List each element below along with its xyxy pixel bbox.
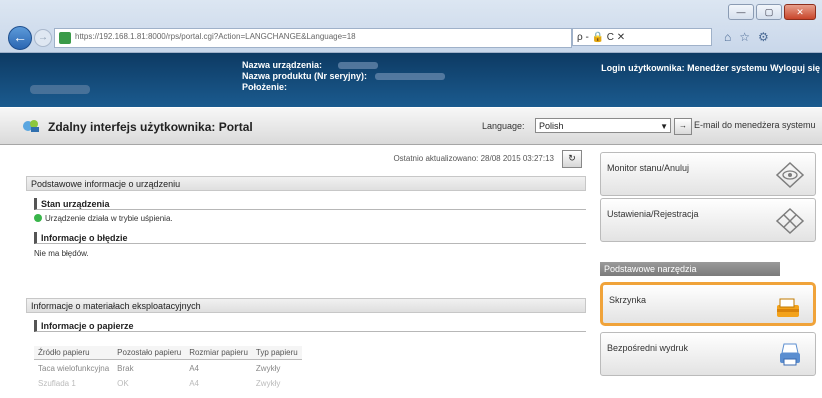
table-cell: A4 [189, 364, 199, 373]
address-actions[interactable]: ρ - 🔒 C ✕ [572, 28, 712, 46]
basic-info-header: Podstawowe informacje o urządzeniu [26, 176, 586, 191]
mail-admin-link[interactable]: E-mail do menedżera systemu [694, 120, 816, 130]
error-info-header: Informacje o błędzie [34, 232, 586, 244]
device-status-header: Stan urządzenia [34, 198, 586, 210]
device-status-row: Urządzenie działa w trybie uśpienia. [34, 214, 173, 223]
product-name-value-redacted [375, 73, 446, 81]
logo [30, 85, 90, 94]
login-info[interactable]: Login użytkownika: Menedżer systemu Wylo… [601, 63, 820, 73]
column-header: Typ papieru [251, 346, 302, 360]
gear-icon[interactable]: ⚙ [758, 28, 769, 46]
device-info: Nazwa urządzenia: Nazwa produktu (Nr ser… [242, 60, 446, 93]
close-window-button[interactable]: ✕ [784, 4, 816, 20]
table-row: Taca wielofunkcyjna Brak A4 Zwykły [34, 360, 302, 376]
status-monitor-label: Monitor stanu/Anuluj [607, 163, 690, 173]
table-cell: Zwykły [255, 364, 281, 373]
settings-registration-label: Ustawienia/Rejestracja [607, 209, 699, 219]
direct-print-button[interactable]: Bezpośredni wydruk [600, 332, 816, 376]
table-cell: Szuflada 1 [38, 379, 76, 388]
mailbox-button[interactable]: Skrzynka [600, 282, 816, 326]
mailbox-label: Skrzynka [609, 295, 647, 305]
status-monitor-button[interactable]: Monitor stanu/Anuluj [600, 152, 816, 196]
direct-print-label: Bezpośredni wydruk [607, 343, 689, 353]
basic-tools-header: Podstawowe narzędzia [600, 262, 780, 276]
url-text: https://192.168.1.81:8000/rps/portal.cgi… [75, 32, 356, 41]
back-button[interactable]: ← [8, 26, 32, 50]
mailbox-tray-icon [777, 298, 799, 317]
table-cell: OK [117, 379, 129, 388]
error-info-text: Nie ma błędów. [34, 249, 89, 258]
language-select[interactable]: Polish ▼ [535, 118, 671, 133]
star-icon[interactable]: ☆ [739, 28, 750, 46]
table-row: Szuflada 1 OK A4 Zwykły [34, 375, 302, 390]
address-bar[interactable]: https://192.168.1.81:8000/rps/portal.cgi… [54, 28, 572, 48]
language-value: Polish [539, 121, 564, 131]
chevron-down-icon: ▼ [660, 122, 668, 131]
device-status-text: Urządzenie działa w trybie uśpienia. [45, 214, 173, 223]
table-cell: Zwykły [255, 379, 281, 388]
portal-titlebar: Zdalny interfejs użytkownika: Portal Lan… [0, 108, 822, 145]
location-label: Położenie: [242, 82, 288, 92]
device-name-value-redacted [338, 62, 379, 70]
device-header: Nazwa urządzenia: Nazwa produktu (Nr ser… [0, 53, 822, 107]
table-cell: A4 [189, 379, 199, 388]
consumables-header: Informacje o materiałach eksploatacyjnyc… [26, 298, 586, 313]
maximize-button[interactable]: ▢ [756, 4, 782, 20]
browser-chrome: — ▢ ✕ ← → https://192.168.1.81:8000/rps/… [0, 0, 822, 53]
minimize-button[interactable]: — [728, 4, 754, 20]
eye-diamond-icon [775, 161, 805, 189]
tools-diamond-icon [775, 207, 805, 235]
status-ok-icon [34, 214, 42, 222]
refresh-button[interactable]: ↻ [562, 150, 582, 168]
printer-icon [780, 343, 800, 366]
forward-button[interactable]: → [34, 29, 52, 47]
column-header: Rozmiar papieru [185, 346, 252, 360]
language-label: Language: [482, 121, 525, 131]
table-cell: Taca wielofunkcyjna [38, 364, 110, 373]
paper-info-header: Informacje o papierze [34, 320, 586, 332]
remote-ui-icon [23, 120, 39, 132]
column-header: Pozostało papieru [113, 346, 186, 360]
last-updated: Ostatnio aktualizowano: 28/08 2015 03:27… [393, 154, 554, 163]
window-buttons: — ▢ ✕ [728, 4, 816, 20]
navigation-row: ← → https://192.168.1.81:8000/rps/portal… [4, 26, 818, 50]
site-icon [59, 32, 71, 44]
main-content: Ostatnio aktualizowano: 28/08 2015 03:27… [26, 148, 590, 398]
table-cell: Brak [117, 364, 134, 373]
paper-table-header-row: Źródło papieru Pozostało papieru Rozmiar… [34, 346, 302, 360]
page-title: Zdalny interfejs użytkownika: Portal [48, 120, 253, 134]
browser-tool-icons: ⌂ ☆ ⚙ [724, 28, 769, 46]
product-name-label: Nazwa produktu (Nr seryjny): [242, 71, 368, 81]
sidebar: Monitor stanu/Anuluj Ustawienia/Rejestra… [600, 146, 820, 398]
language-go-button[interactable]: → [674, 118, 692, 135]
home-icon[interactable]: ⌂ [724, 28, 731, 46]
column-header: Źródło papieru [34, 346, 114, 360]
device-name-label: Nazwa urządzenia: [242, 60, 323, 70]
paper-table: Źródło papieru Pozostało papieru Rozmiar… [34, 346, 302, 390]
settings-registration-button[interactable]: Ustawienia/Rejestracja [600, 198, 816, 242]
